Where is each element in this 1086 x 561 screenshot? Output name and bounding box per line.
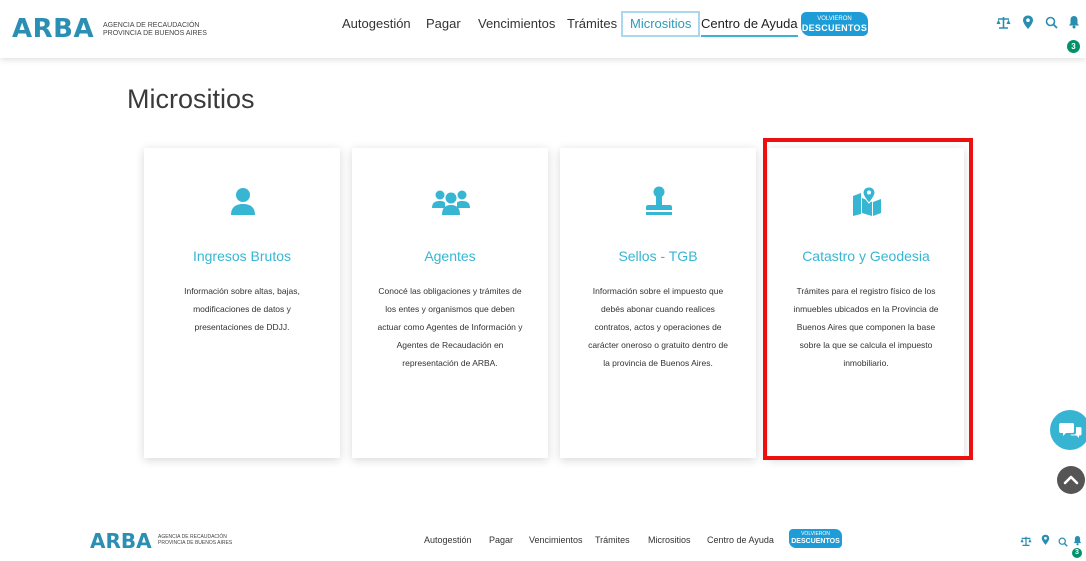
card-description: Trámites para el registro físico de los … [793, 286, 939, 368]
card-description: Información sobre el impuesto que debés … [588, 286, 728, 368]
notification-count-badge: 3 [1067, 40, 1080, 53]
scale-icon[interactable] [996, 16, 1011, 30]
footer-nav-vencimientos[interactable]: Vencimientos [529, 535, 583, 545]
site-header: ARBA AGENCIA DE RECAUDACIÓN PROVINCIA DE… [0, 0, 1086, 58]
group-users-icon [432, 186, 470, 216]
nav-pagar[interactable]: Pagar [426, 17, 461, 31]
descuentos-promo-button[interactable]: VOLVIERON DESCUENTOS [801, 12, 868, 36]
scroll-to-top-button[interactable] [1057, 466, 1085, 494]
card-description: Información sobre altas, bajas, modifica… [184, 286, 300, 332]
stamp-icon [644, 186, 674, 216]
chat-button[interactable] [1050, 410, 1086, 450]
card-agentes[interactable]: Agentes Conocé las obligaciones y trámit… [352, 148, 548, 458]
card-title: Ingresos Brutos [192, 248, 292, 264]
footer-nav-tramites[interactable]: Trámites [595, 535, 630, 545]
footer-nav-pagar[interactable]: Pagar [489, 535, 513, 545]
nav-centro-de-ayuda[interactable]: Centro de Ayuda [701, 17, 798, 37]
footer-location-pin-icon[interactable] [1041, 533, 1050, 551]
logo-subtitle-line-2: PROVINCIA DE BUENOS AIRES [103, 30, 207, 37]
notification-bell-icon[interactable] [1068, 15, 1082, 29]
user-icon [228, 186, 258, 216]
footer-promo-line-1: VOLVIERON [801, 531, 830, 537]
search-icon[interactable] [1045, 16, 1059, 30]
footer-scale-icon[interactable] [1020, 534, 1032, 552]
footer-promo-line-2: DESCUENTOS [791, 538, 840, 545]
card-ingresos-brutos[interactable]: Ingresos Brutos Información sobre altas,… [144, 148, 340, 458]
footer-bar: ARBA AGENCIA DE RECAUDACIÓN PROVINCIA DE… [0, 523, 1086, 561]
card-catastro-y-geodesia[interactable]: Catastro y Geodesia Trámites para el reg… [768, 148, 964, 458]
logo-subtitle: AGENCIA DE RECAUDACIÓN PROVINCIA DE BUEN… [103, 22, 207, 38]
location-pin-icon[interactable] [1022, 15, 1036, 29]
promo-line-2: DESCUENTOS [801, 23, 868, 33]
card-description: Conocé las obligaciones y trámites de lo… [377, 286, 523, 368]
card-sellos-tgb[interactable]: Sellos - TGB Información sobre el impues… [560, 148, 756, 458]
nav-vencimientos[interactable]: Vencimientos [478, 17, 555, 31]
footer-search-icon[interactable] [1058, 534, 1068, 552]
chat-bubbles-icon [1059, 423, 1082, 438]
card-title: Catastro y Geodesia [802, 248, 930, 264]
footer-arba-logo[interactable]: ARBA [90, 531, 152, 551]
logo-subtitle-line-1: AGENCIA DE RECAUDACIÓN [103, 22, 200, 29]
footer-logo-subtitle: AGENCIA DE RECAUDACIÓN PROVINCIA DE BUEN… [158, 534, 232, 546]
footer-nav-micrositios[interactable]: Micrositios [648, 535, 691, 545]
nav-tramites[interactable]: Trámites [567, 17, 617, 31]
arba-logo[interactable]: ARBA [12, 16, 94, 42]
page-title: Micrositios [127, 84, 255, 114]
footer-descuentos-promo-button[interactable]: VOLVIERON DESCUENTOS [789, 529, 842, 548]
footer-nav-autogestion[interactable]: Autogestión [424, 535, 472, 545]
nav-micrositios[interactable]: Micrositios [621, 11, 701, 37]
card-title: Sellos - TGB [618, 248, 698, 264]
footer-logo-subtitle-line-2: PROVINCIA DE BUENOS AIRES [158, 540, 233, 546]
map-location-icon [852, 186, 882, 216]
nav-autogestion[interactable]: Autogestión [342, 17, 411, 31]
footer-notification-count-badge: 3 [1072, 548, 1082, 558]
chevron-up-icon [1063, 475, 1079, 485]
card-title: Agentes [424, 248, 476, 264]
footer-nav-centro-de-ayuda[interactable]: Centro de Ayuda [707, 535, 774, 545]
